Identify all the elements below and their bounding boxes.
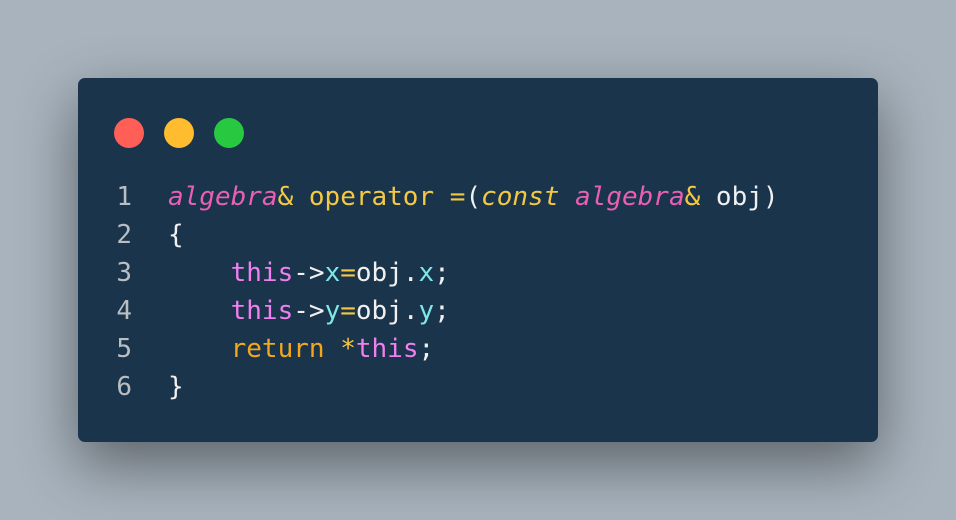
code-line-text: }: [168, 368, 184, 406]
code-line: 6}: [78, 368, 878, 406]
code-token-this: this: [355, 334, 419, 364]
code-line-text: return *this;: [168, 330, 435, 368]
code-token-text: ->: [293, 258, 325, 288]
code-token-type: algebra: [575, 182, 685, 212]
line-number: 3: [116, 258, 132, 288]
maximize-window-dot-icon[interactable]: [214, 118, 244, 148]
code-token-member: x: [418, 258, 435, 288]
code-line: 1 algebra& operator =(const algebra& obj): [78, 178, 878, 216]
code-token-member: x: [324, 258, 341, 288]
code-token-text: {: [168, 220, 184, 250]
code-block: 1 algebra& operator =(const algebra& obj)…: [78, 178, 878, 406]
code-token-member: y: [324, 296, 341, 326]
code-token-keyword: =: [340, 296, 356, 326]
code-token-this: this: [230, 296, 294, 326]
code-line: 2{: [78, 216, 878, 254]
code-token-text: ->: [293, 296, 325, 326]
close-window-dot-icon[interactable]: [114, 118, 144, 148]
code-token-text: ;: [434, 296, 450, 326]
code-token-type: algebra: [168, 182, 278, 212]
code-token-keyword: const: [481, 182, 560, 212]
line-number: 1: [116, 182, 132, 212]
code-window: 1 algebra& operator =(const algebra& obj)…: [78, 78, 878, 442]
code-line: 3 this->x=obj.x;: [78, 254, 878, 292]
code-token-keyword: =: [340, 258, 356, 288]
code-line-text: this->x=obj.x;: [168, 254, 450, 292]
code-token-member: y: [418, 296, 435, 326]
code-line-text: {: [168, 216, 184, 254]
code-token-text: obj.: [355, 258, 419, 288]
code-token-text: ;: [418, 334, 435, 364]
code-line-text: algebra& operator =(const algebra& obj): [168, 178, 779, 216]
code-token-keyword: &: [277, 182, 294, 212]
code-token-text: ;: [434, 258, 450, 288]
code-token-text: (: [465, 182, 482, 212]
code-token-keyword: *: [340, 334, 356, 364]
code-token-text: obj): [700, 182, 779, 212]
code-line: 5 return *this;: [78, 330, 878, 368]
line-number: 2: [116, 220, 132, 250]
line-number: 5: [116, 334, 132, 364]
code-token-keyword: =: [449, 182, 466, 212]
line-number: 4: [116, 296, 132, 326]
code-line: 4 this->y=obj.y;: [78, 292, 878, 330]
minimize-window-dot-icon[interactable]: [164, 118, 194, 148]
code-token-this: this: [230, 258, 294, 288]
code-token-keyword: operator: [308, 182, 435, 212]
code-token-return: return: [230, 334, 325, 364]
code-token-text: }: [168, 372, 184, 402]
code-token-text: obj.: [355, 296, 419, 326]
code-token-keyword: &: [684, 182, 701, 212]
line-number: 6: [116, 372, 132, 402]
code-line-text: this->y=obj.y;: [168, 292, 450, 330]
